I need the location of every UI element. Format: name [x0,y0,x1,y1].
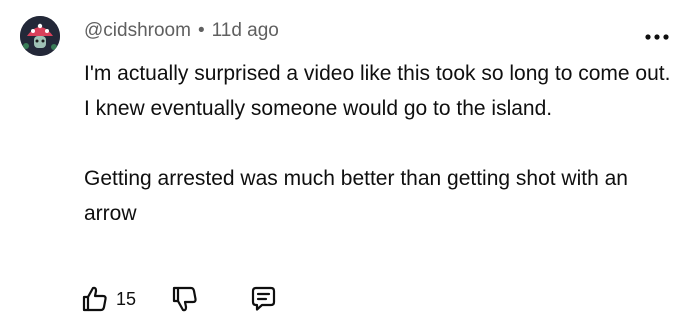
like-button[interactable]: 15 [80,284,136,314]
comment-header: @cidshroom • 11d ago [84,18,279,44]
like-count: 15 [116,288,137,309]
thumbs-down-icon [172,286,197,312]
more-options-button[interactable] [644,28,670,40]
mushroom-avatar-icon [20,16,60,56]
reply-button[interactable] [248,284,278,314]
thumbs-up-icon [82,286,107,312]
comment-paragraph: Getting arrested was much better than ge… [84,167,628,225]
comment-card: @cidshroom • 11d ago I'm actually surprise… [0,0,700,331]
comment-text: I'm actually surprised a video like this… [84,56,674,231]
username[interactable]: @cidshroom [84,20,191,41]
comment-paragraph: I'm actually surprised a video like this… [84,62,671,120]
separator-dot: • [197,20,205,41]
dislike-button[interactable] [170,284,200,314]
comment-actions: 15 [80,283,278,315]
timestamp[interactable]: 11d ago [212,20,279,41]
avatar[interactable] [20,16,60,56]
reply-bubble-icon [251,286,276,311]
more-horizontal-icon [645,34,669,40]
